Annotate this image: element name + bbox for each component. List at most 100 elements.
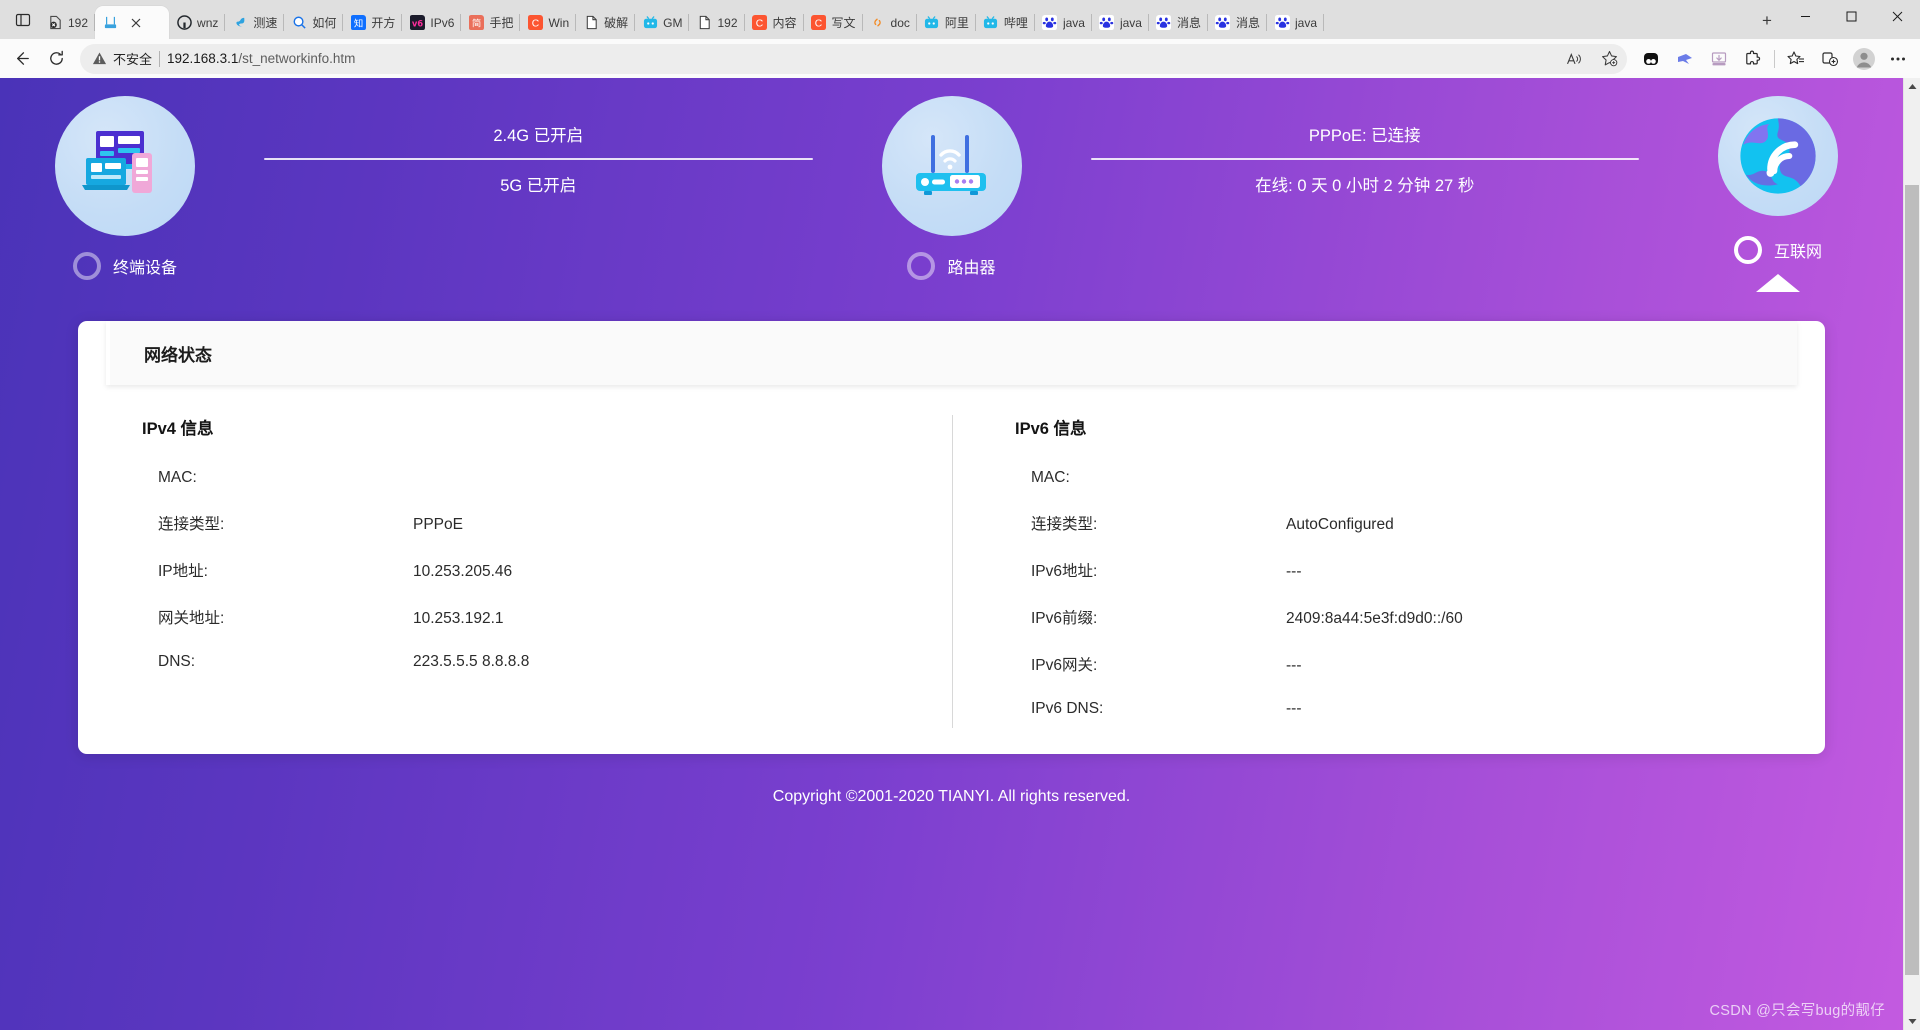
info-row-value: AutoConfigured <box>1286 516 1394 534</box>
page-viewport: 终端设备 2.4G 已开启 5G 已开启 <box>0 78 1920 1030</box>
broken-page-icon <box>47 15 63 31</box>
star-plus-icon <box>1600 49 1619 68</box>
tab-label: doc <box>891 16 910 30</box>
browser-tab[interactable]: java <box>1035 6 1092 39</box>
router-node-label-row: 路由器 <box>827 252 1077 280</box>
close-icon <box>1892 11 1903 22</box>
page-scrollbar[interactable] <box>1903 78 1920 1030</box>
split-screen-icon <box>1820 49 1840 69</box>
browser-tab[interactable]: doc <box>863 6 917 39</box>
info-columns: IPv4 信息 MAC:连接类型:PPPoEIP地址:10.253.205.46… <box>78 385 1825 728</box>
split-screen-button[interactable] <box>1814 43 1846 75</box>
settings-more-button[interactable] <box>1882 43 1914 75</box>
csdn-icon: C <box>752 15 768 31</box>
tab-label: 消息 <box>1236 14 1260 31</box>
tab-strip: 192wnz测速如何知开方v6IPv6简手把CWin破解GM192C内容C写文d… <box>0 0 1920 39</box>
svg-text:v6: v6 <box>412 18 423 28</box>
browser-tab[interactable] <box>95 6 169 39</box>
profile-button[interactable] <box>1848 43 1880 75</box>
browser-tab[interactable]: 阿里 <box>917 6 976 39</box>
info-row-label: MAC: <box>158 469 413 487</box>
collections-drop-button[interactable] <box>1703 43 1735 75</box>
navigation-bar: 不安全 192.168.3.1/st_networkinfo.htm <box>0 39 1920 78</box>
topology-node-internet: 互联网 <box>1653 96 1903 292</box>
browser-tab[interactable]: 哔哩 <box>976 6 1035 39</box>
github-icon <box>176 15 192 31</box>
csdn-watermark: CSDN @只会写bug的靓仔 <box>1709 999 1885 1020</box>
topology-node-device: 终端设备 <box>0 96 250 280</box>
extensions-button[interactable] <box>1737 43 1769 75</box>
svg-text:C: C <box>532 18 540 29</box>
close-window-button[interactable] <box>1874 0 1920 32</box>
security-indicator[interactable]: 不安全 <box>92 49 152 68</box>
browser-tab[interactable]: 消息 <box>1208 6 1267 39</box>
info-row-value: 223.5.5.5 8.8.8.8 <box>413 653 529 671</box>
browser-tab[interactable]: 简手把 <box>461 6 520 39</box>
info-row-label: IP地址: <box>158 559 413 581</box>
ipv6-rows: MAC:连接类型:AutoConfiguredIPv6地址:---IPv6前缀:… <box>1031 469 1779 718</box>
device-node-label-row: 终端设备 <box>0 252 250 280</box>
scroll-down-button[interactable] <box>1904 1013 1920 1030</box>
tab-label: 192 <box>68 16 88 30</box>
browser-tab[interactable]: 破解 <box>576 6 635 39</box>
info-row-value: 2409:8a44:5e3f:d9d0::/60 <box>1286 610 1463 628</box>
browser-tab[interactable]: C写文 <box>804 6 863 39</box>
browser-tab[interactable]: C内容 <box>745 6 804 39</box>
panda-extension-button[interactable] <box>1635 43 1667 75</box>
scrollbar-thumb[interactable] <box>1905 185 1919 975</box>
chevron-down-icon <box>1908 1018 1917 1025</box>
browser-tab[interactable]: 如何 <box>284 6 343 39</box>
info-row: MAC: <box>158 469 906 487</box>
favorites-list-button[interactable] <box>1780 43 1812 75</box>
refresh-button[interactable] <box>40 43 72 75</box>
scrollbar-track[interactable] <box>1904 95 1920 1013</box>
ipv4-rows: MAC:连接类型:PPPoEIP地址:10.253.205.46网关地址:10.… <box>158 469 906 671</box>
uptime-text: 在线: 0 天 0 小时 2 分钟 27 秒 <box>1077 172 1654 196</box>
internet-node-label: 互联网 <box>1774 238 1822 262</box>
maximize-button[interactable] <box>1828 0 1874 32</box>
tab-label: 测速 <box>253 14 277 31</box>
address-bar[interactable]: 不安全 192.168.3.1/st_networkinfo.htm <box>80 44 1627 74</box>
info-row: 网关地址:10.253.192.1 <box>158 606 906 628</box>
scroll-up-button[interactable] <box>1904 78 1920 95</box>
internet-node-label-row: 互联网 <box>1653 236 1903 264</box>
tab-close-button[interactable] <box>128 15 144 31</box>
card-title: 网络状态 <box>144 341 212 366</box>
info-row: DNS:223.5.5.5 8.8.8.8 <box>158 653 906 671</box>
browser-tab[interactable]: CWin <box>520 6 576 39</box>
browser-tab[interactable]: java <box>1267 6 1324 39</box>
device-node-label: 终端设备 <box>113 254 177 278</box>
info-row: IPv6前缀:2409:8a44:5e3f:d9d0::/60 <box>1031 606 1779 628</box>
browser-tab[interactable]: 192 <box>689 6 744 39</box>
browser-tab[interactable]: GM <box>635 6 689 39</box>
new-tab-button[interactable]: + <box>1752 6 1782 36</box>
browser-tab[interactable]: java <box>1092 6 1149 39</box>
page-icon <box>583 15 599 31</box>
csdn-icon: C <box>811 15 827 31</box>
minimize-icon <box>1800 11 1811 22</box>
browser-tab[interactable]: 消息 <box>1149 6 1208 39</box>
info-row-label: 连接类型: <box>1031 512 1286 534</box>
browser-tab[interactable]: 192 <box>40 6 95 39</box>
minimize-button[interactable] <box>1782 0 1828 32</box>
bilibili-icon <box>983 15 999 31</box>
browser-tab[interactable]: 测速 <box>225 6 284 39</box>
url-text: 192.168.3.1/st_networkinfo.htm <box>167 51 1553 66</box>
router-node-label: 路由器 <box>947 254 995 278</box>
sidebar-icon <box>15 12 31 28</box>
sidebar-toggle-button[interactable] <box>6 4 40 36</box>
add-favorite-button[interactable] <box>1595 45 1623 73</box>
browser-tab[interactable]: wnz <box>169 6 225 39</box>
baidu-icon <box>1215 15 1231 31</box>
zhihu-icon: 知 <box>350 15 366 31</box>
router-admin-page: 终端设备 2.4G 已开启 5G 已开启 <box>0 78 1903 1030</box>
browser-tab[interactable]: 知开方 <box>343 6 402 39</box>
collections-drop-icon <box>1709 49 1729 69</box>
bird-extension-button[interactable] <box>1669 43 1701 75</box>
back-button[interactable] <box>6 43 38 75</box>
read-aloud-icon <box>1565 50 1583 68</box>
read-aloud-button[interactable] <box>1560 45 1588 73</box>
browser-tab[interactable]: v6IPv6 <box>402 6 461 39</box>
info-row-value: --- <box>1286 657 1302 675</box>
tab-label: java <box>1063 16 1085 30</box>
